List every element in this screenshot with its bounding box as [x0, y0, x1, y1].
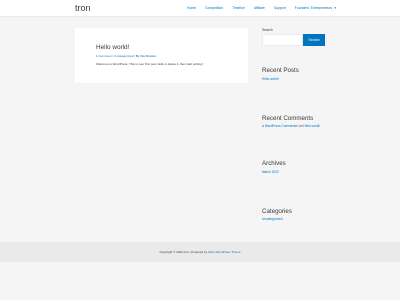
nav-item-home[interactable]: Home	[187, 6, 196, 10]
recent-comments-title: Recent Comments	[262, 115, 314, 122]
nav-item-competition[interactable]: Competition	[205, 6, 223, 10]
archive-link[interactable]: March 2022	[262, 170, 279, 174]
search-input[interactable]	[262, 34, 303, 46]
primary-nav: Home Competition Timeline Affiliate Supp…	[187, 6, 336, 10]
recent-post-link[interactable]: Hello world!	[262, 77, 279, 81]
recent-comment-item: A WordPress Commenter on Hello world!	[262, 124, 320, 128]
categories-title: Categories	[262, 208, 292, 215]
category-link[interactable]: Uncategorized	[262, 217, 283, 221]
nav-item-founders[interactable]: Founders' Entrepreneurs ▾	[295, 6, 336, 10]
post-title[interactable]: Hello world!	[96, 44, 129, 51]
comment-post-link[interactable]: Hello world!	[303, 124, 320, 128]
post-category-link[interactable]: Uncategorized	[114, 54, 133, 58]
post-excerpt: Welcome to WordPress. This is your first…	[96, 62, 203, 66]
recent-posts-title: Recent Posts	[262, 67, 299, 74]
chevron-down-icon: ▾	[334, 6, 336, 10]
post-author-link[interactable]: Illia Marakin	[140, 54, 156, 58]
site-title-link[interactable]: tron	[75, 3, 91, 13]
footer-copyright: Copyright © 2022 tron | Powered by Astra…	[0, 250, 400, 254]
nav-item-affiliate[interactable]: Affiliate	[254, 6, 265, 10]
post-card: Hello world! 1 Comment / Uncategorized /…	[75, 28, 248, 83]
site-header: tron Home Competition Timeline Affiliate…	[0, 0, 400, 17]
theme-link[interactable]: Astra WordPress Theme	[208, 250, 241, 254]
nav-item-founders-label: Founders' Entrepreneurs	[294, 6, 333, 10]
comment-author-link[interactable]: A WordPress Commenter	[262, 124, 298, 128]
search-button[interactable]: Search	[303, 34, 325, 46]
nav-item-timeline[interactable]: Timeline	[232, 6, 245, 10]
archives-title: Archives	[262, 160, 286, 167]
copyright-text: Copyright © 2022 tron | Powered by	[159, 250, 208, 254]
nav-item-support[interactable]: Support	[274, 6, 286, 10]
site-footer: Copyright © 2022 tron | Powered by Astra…	[0, 242, 400, 262]
post-meta: 1 Comment / Uncategorized / By Illia Mar…	[96, 54, 156, 58]
search-label: Search	[262, 28, 273, 32]
post-comments-link[interactable]: 1 Comment	[96, 54, 112, 58]
